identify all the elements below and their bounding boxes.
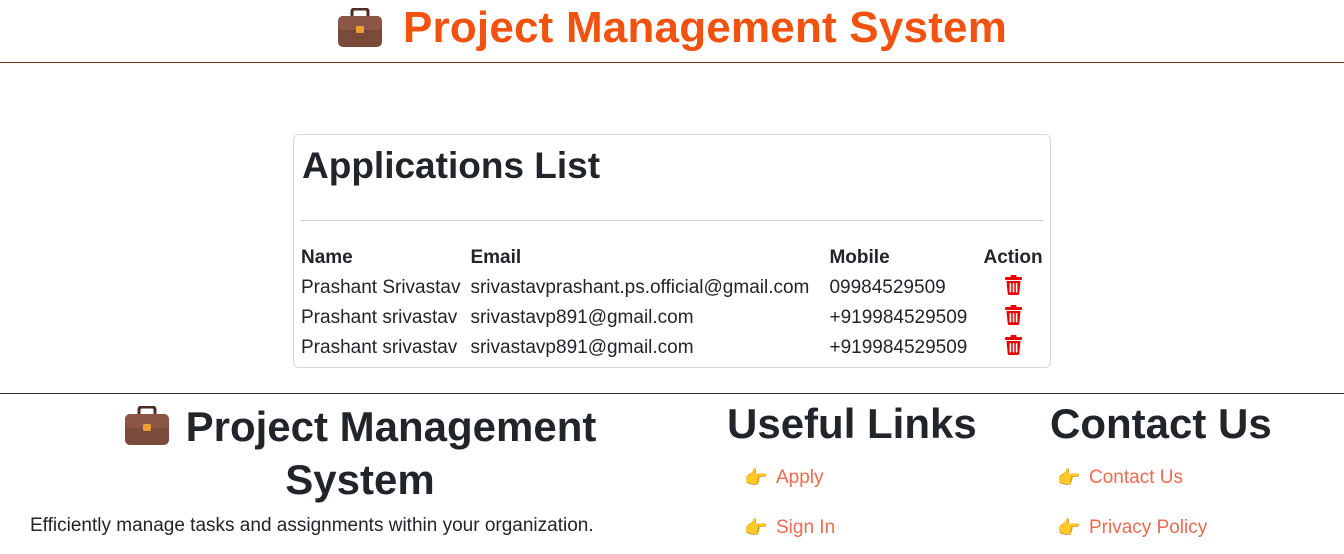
trash-icon [1004, 275, 1022, 295]
site-header: Project Management System [0, 0, 1344, 63]
pointing-hand-icon: 👉 [744, 517, 768, 539]
cell-action [983, 273, 1042, 303]
privacy-policy-link-label: Privacy Policy [1089, 517, 1208, 538]
cell-email: srivastavprashant.ps.official@gmail.com [470, 277, 810, 298]
site-title: Project Management System [402, 3, 1008, 52]
contact-heading: Contact Us [1050, 400, 1272, 447]
useful-links-heading: Useful Links [727, 400, 977, 447]
pointing-hand-icon: 👉 [1057, 517, 1081, 539]
cell-mobile: +919984529509 [829, 307, 968, 328]
column-header-action: Action [983, 247, 1043, 268]
table-row: Prashant srivastav srivastavp891@gmail.c… [301, 333, 1043, 363]
cell-email: srivastavp891@gmail.com [470, 337, 694, 358]
cell-name: Prashant srivastav [301, 337, 458, 358]
trash-icon [1004, 335, 1022, 355]
column-header-name: Name [301, 247, 353, 268]
header-brand[interactable]: Project Management System [337, 3, 1007, 53]
trash-icon [1004, 305, 1022, 325]
useful-links-section: Useful Links 👉 Apply 👉 Sign In [727, 400, 977, 538]
cell-name: Prashant srivastav [301, 307, 458, 328]
footer-brand: Project Management System [100, 400, 620, 506]
sign-in-link[interactable]: 👉 Sign In [744, 517, 835, 539]
delete-button[interactable] [1004, 335, 1022, 355]
cell-action [983, 333, 1042, 363]
apply-link-label: Apply [776, 467, 824, 488]
table-row: Prashant srivastav srivastavp891@gmail.c… [301, 303, 1043, 333]
contact-section: Contact Us 👉 Contact Us 👉 Privacy Policy [1050, 400, 1272, 538]
cell-mobile: +919984529509 [829, 337, 968, 358]
contact-us-link-label: Contact Us [1089, 467, 1183, 488]
column-header-email: Email [470, 247, 522, 268]
applications-table: Name Email Mobile Action Prashant Srivas… [301, 243, 1043, 363]
card-title: Applications List [302, 145, 601, 186]
cell-action [983, 303, 1042, 333]
cell-mobile: 09984529509 [829, 277, 946, 298]
briefcase-icon [124, 405, 170, 446]
table-row: Prashant Srivastav srivastavprashant.ps.… [301, 273, 1043, 303]
privacy-policy-link[interactable]: 👉 Privacy Policy [1057, 517, 1207, 539]
footer-description: Efficiently manage tasks and assignments… [30, 515, 594, 536]
contact-us-link[interactable]: 👉 Contact Us [1057, 467, 1183, 489]
cell-name: Prashant Srivastav [301, 277, 461, 298]
apply-link[interactable]: 👉 Apply [744, 467, 824, 489]
delete-button[interactable] [1004, 275, 1022, 295]
table-header-row: Name Email Mobile Action [301, 243, 1043, 273]
delete-button[interactable] [1004, 305, 1022, 325]
pointing-hand-icon: 👉 [744, 467, 768, 489]
sign-in-link-label: Sign In [776, 517, 836, 538]
footer-brand-title: Project Management System [185, 403, 597, 503]
briefcase-icon [337, 8, 383, 48]
applications-card: Applications List Name Email Mobile Acti… [293, 134, 1051, 368]
card-divider [301, 220, 1043, 221]
site-footer: Project Management System Efficiently ma… [0, 393, 1344, 554]
cell-email: srivastavp891@gmail.com [470, 307, 694, 328]
pointing-hand-icon: 👉 [1057, 467, 1081, 489]
column-header-mobile: Mobile [829, 247, 890, 268]
